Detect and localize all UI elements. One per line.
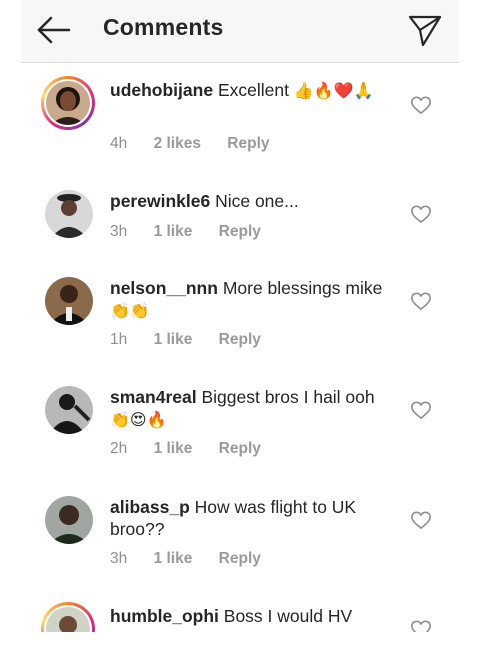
paper-plane-icon <box>408 15 442 47</box>
comment-username[interactable]: nelson__nnn <box>110 278 218 298</box>
comment-meta: 3h 1 like Reply <box>110 223 283 241</box>
comment-text: humble_ophi Boss I would HV <box>110 605 390 627</box>
comment-likes[interactable]: 1 like <box>154 223 193 240</box>
heart-outline-icon[interactable] <box>410 204 432 224</box>
comment-body: More blessings mike <box>222 278 383 298</box>
comment-time: 1h <box>110 331 128 348</box>
comment-text: alibass_p How was flight to UK broo?? <box>110 496 390 540</box>
comment-username[interactable]: alibass_p <box>110 497 190 517</box>
heart-outline-icon[interactable] <box>410 95 432 115</box>
profile-photo <box>46 81 90 125</box>
comment-emoji: 👏😍🔥 <box>110 410 167 429</box>
avatar[interactable] <box>45 496 93 544</box>
profile-photo <box>45 386 93 434</box>
heart-outline-icon[interactable] <box>410 619 432 632</box>
send-button[interactable] <box>407 12 443 48</box>
comment-username[interactable]: udehobijane <box>110 80 213 100</box>
header-bar: Comments <box>21 0 459 63</box>
heart-outline-icon[interactable] <box>410 291 432 311</box>
profile-photo <box>45 190 93 238</box>
comment-text: sman4real Biggest bros I hail ooh 👏😍🔥 <box>110 386 390 431</box>
comment-emoji: 👏👏 <box>110 301 150 320</box>
avatar[interactable] <box>41 76 95 130</box>
comment-time: 3h <box>110 223 128 240</box>
reply-button[interactable]: Reply <box>219 331 261 348</box>
comment-body: Boss I would HV <box>223 606 353 626</box>
comment-body: Excellent <box>217 80 289 100</box>
page-title: Comments <box>103 14 224 40</box>
heart-outline-icon[interactable] <box>410 400 432 420</box>
comment-meta: 4h 2 likes Reply <box>110 135 292 153</box>
comment-likes[interactable]: 2 likes <box>154 135 201 152</box>
comment-meta: 1h 1 like Reply <box>110 331 283 349</box>
comment-time: 3h <box>110 550 128 567</box>
comment-username[interactable]: perewinkle6 <box>110 191 210 211</box>
comment-body: Nice one... <box>215 191 299 211</box>
comment-username[interactable]: humble_ophi <box>110 606 219 626</box>
comment-likes[interactable]: 1 like <box>154 440 193 457</box>
profile-photo <box>45 496 93 544</box>
comment-text: nelson__nnn More blessings mike 👏👏 <box>110 277 390 322</box>
reply-button[interactable]: Reply <box>219 440 261 457</box>
avatar[interactable] <box>45 190 93 238</box>
comment-text: udehobijane Excellent 👍🔥❤️🙏 <box>110 79 390 102</box>
arrow-left-icon <box>37 16 71 44</box>
comment-body: Biggest bros I hail ooh <box>201 387 375 407</box>
reply-button[interactable]: Reply <box>219 223 261 240</box>
avatar[interactable] <box>45 386 93 434</box>
back-button[interactable] <box>35 13 73 47</box>
reply-button[interactable]: Reply <box>227 135 269 152</box>
comment-likes[interactable]: 1 like <box>154 331 193 348</box>
avatar[interactable] <box>41 602 95 632</box>
comment-text: perewinkle6 Nice one... <box>110 190 390 212</box>
profile-photo <box>45 277 93 325</box>
reply-button[interactable]: Reply <box>219 550 261 567</box>
comment-username[interactable]: sman4real <box>110 387 197 407</box>
comment-meta: 3h 1 like Reply <box>110 550 283 568</box>
comment-meta: 2h 1 like Reply <box>110 440 283 458</box>
comments-screen: Comments udehobijane Excellent 👍🔥❤️🙏 4h <box>21 0 459 632</box>
comment-time: 4h <box>110 135 128 152</box>
heart-outline-icon[interactable] <box>410 510 432 530</box>
comment-time: 2h <box>110 440 128 457</box>
avatar[interactable] <box>45 277 93 325</box>
comment-emoji: 👍🔥❤️🙏 <box>293 81 374 100</box>
comment-likes[interactable]: 1 like <box>154 550 193 567</box>
